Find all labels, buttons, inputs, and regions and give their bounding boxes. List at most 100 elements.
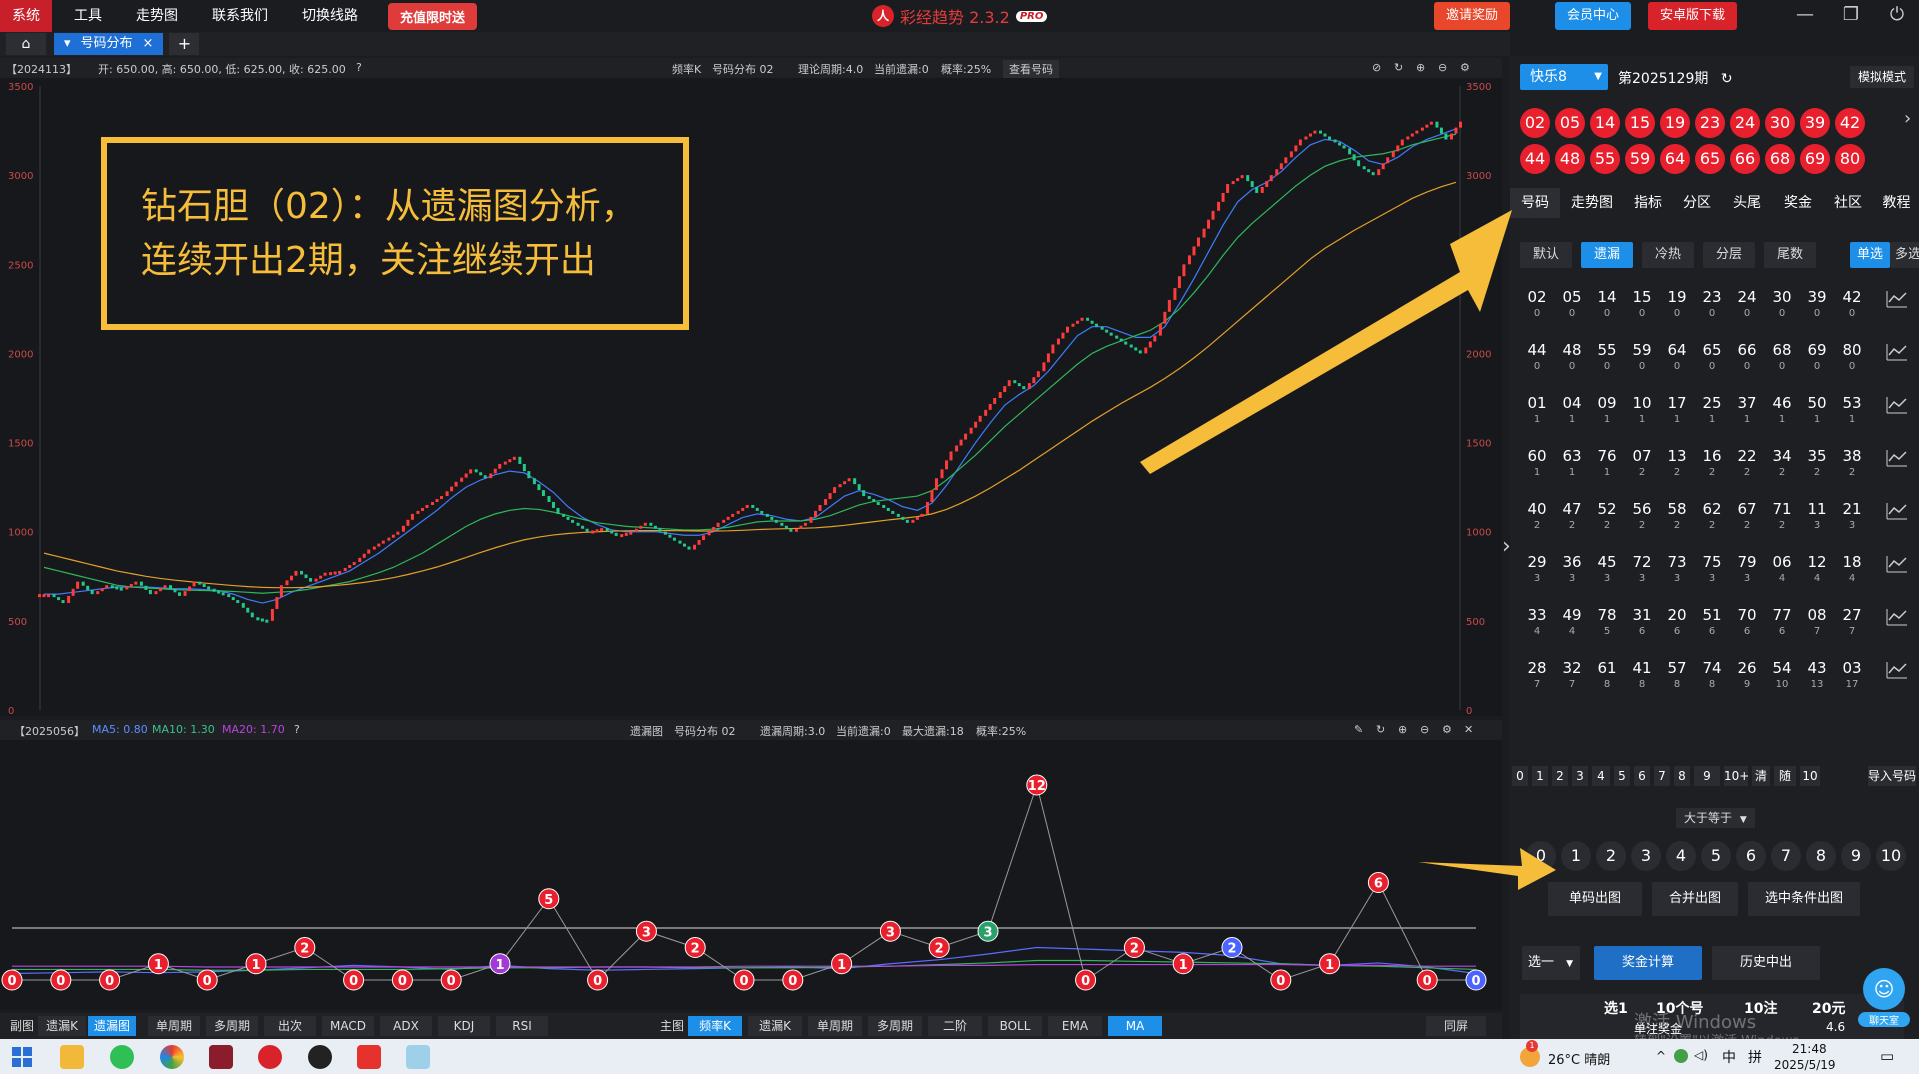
number-cell[interactable]: 27 7 xyxy=(1835,606,1869,637)
number-cell[interactable]: 36 3 xyxy=(1555,553,1589,584)
quick-pick-4[interactable]: 4 xyxy=(1592,766,1610,786)
sub-indicator-6[interactable]: ADX xyxy=(380,1016,432,1036)
number-cell[interactable]: 30 0 xyxy=(1765,288,1799,319)
number-cell[interactable]: 04 1 xyxy=(1555,394,1589,425)
threshold-number[interactable]: 1 xyxy=(1561,841,1591,871)
menu-tools[interactable]: 工具 xyxy=(62,0,114,32)
quick-pick-7[interactable]: 7 xyxy=(1654,766,1670,786)
add-tab-button[interactable]: + xyxy=(169,33,200,55)
number-cell[interactable]: 26 9 xyxy=(1730,659,1764,690)
number-cell[interactable]: 60 1 xyxy=(1520,447,1554,478)
number-cell[interactable]: 23 0 xyxy=(1695,288,1729,319)
threshold-number[interactable]: 0 xyxy=(1526,841,1556,871)
number-cell[interactable]: 09 1 xyxy=(1590,394,1624,425)
chart-tool-3[interactable]: ⊖ xyxy=(1438,61,1447,74)
number-cell[interactable]: 05 0 xyxy=(1555,288,1589,319)
number-cell[interactable]: 51 6 xyxy=(1695,606,1729,637)
quick-pick-1[interactable]: 1 xyxy=(1532,766,1548,786)
bonus-calc-button[interactable]: 奖金计算 xyxy=(1594,946,1702,980)
number-cell[interactable]: 33 4 xyxy=(1520,606,1554,637)
import-numbers-button[interactable]: 导入号码 xyxy=(1868,766,1916,786)
number-cell[interactable]: 17 1 xyxy=(1660,394,1694,425)
quick-pick-5[interactable]: 5 xyxy=(1614,766,1630,786)
sub-tool-5[interactable]: ✕ xyxy=(1464,723,1473,736)
number-cell[interactable]: 13 2 xyxy=(1660,447,1694,478)
number-cell[interactable]: 39 0 xyxy=(1800,288,1834,319)
number-cell[interactable]: 70 6 xyxy=(1730,606,1764,637)
number-cell[interactable]: 06 4 xyxy=(1765,553,1799,584)
number-cell[interactable]: 14 0 xyxy=(1590,288,1624,319)
number-cell[interactable]: 29 3 xyxy=(1520,553,1554,584)
number-cell[interactable]: 80 0 xyxy=(1835,341,1869,372)
multi-select-button[interactable]: 多选 xyxy=(1890,242,1919,268)
panel-tab-2[interactable]: 指标 xyxy=(1624,188,1672,218)
view-numbers-button[interactable]: 查看号码 xyxy=(1003,60,1059,78)
number-cell[interactable]: 10 1 xyxy=(1625,394,1659,425)
ime-mode[interactable]: 中 xyxy=(1722,1047,1736,1067)
expand-draw-icon[interactable]: › xyxy=(1904,108,1911,129)
row-trend-icon[interactable] xyxy=(1886,661,1908,679)
number-cell[interactable]: 57 8 xyxy=(1660,659,1694,690)
quick-pick-12[interactable]: 随 xyxy=(1774,766,1796,786)
number-cell[interactable]: 16 2 xyxy=(1695,447,1729,478)
menu-contact[interactable]: 联系我们 xyxy=(200,0,280,32)
sort-tab-0[interactable]: 默认 xyxy=(1520,242,1572,268)
browser-icon[interactable] xyxy=(160,1045,184,1069)
number-cell[interactable]: 77 6 xyxy=(1765,606,1799,637)
number-cell[interactable]: 31 6 xyxy=(1625,606,1659,637)
notes-app-icon[interactable] xyxy=(406,1045,430,1069)
simulation-mode-button[interactable]: 模拟模式 xyxy=(1850,66,1915,88)
tab-close-icon[interactable]: × xyxy=(143,33,154,55)
number-cell[interactable]: 48 0 xyxy=(1555,341,1589,372)
number-cell[interactable]: 43 13 xyxy=(1800,659,1834,690)
number-cell[interactable]: 78 5 xyxy=(1590,606,1624,637)
main-indicator-2[interactable]: 单周期 xyxy=(808,1016,862,1036)
number-cell[interactable]: 68 0 xyxy=(1765,341,1799,372)
number-cell[interactable]: 50 1 xyxy=(1800,394,1834,425)
number-cell[interactable]: 11 3 xyxy=(1800,500,1834,531)
chart-tool-0[interactable]: ⊘ xyxy=(1372,61,1381,74)
number-cell[interactable]: 32 7 xyxy=(1555,659,1589,690)
number-cell[interactable]: 40 2 xyxy=(1520,500,1554,531)
number-cell[interactable]: 54 10 xyxy=(1765,659,1799,690)
sub-tool-1[interactable]: ↻ xyxy=(1376,723,1385,736)
number-cell[interactable]: 03 17 xyxy=(1835,659,1869,690)
quick-pick-3[interactable]: 3 xyxy=(1572,766,1588,786)
qq-icon[interactable] xyxy=(308,1045,332,1069)
threshold-number[interactable]: 4 xyxy=(1666,841,1696,871)
threshold-number[interactable]: 3 xyxy=(1631,841,1661,871)
panel-tab-1[interactable]: 走势图 xyxy=(1562,188,1622,218)
quick-pick-10[interactable]: 10+ xyxy=(1724,766,1749,786)
main-indicator-4[interactable]: 二阶 xyxy=(928,1016,982,1036)
number-cell[interactable]: 52 2 xyxy=(1590,500,1624,531)
member-center-button[interactable]: 会员中心 xyxy=(1555,2,1632,30)
main-indicator-5[interactable]: BOLL xyxy=(988,1016,1042,1036)
speaker-icon[interactable]: ◁) xyxy=(1694,1048,1708,1062)
lottery-select[interactable]: 快乐8 ▼ xyxy=(1520,64,1608,90)
single-select-button[interactable]: 单选 xyxy=(1850,242,1890,268)
tab-number-distribution[interactable]: ▾ 号码分布 × xyxy=(54,33,164,55)
quick-pick-0[interactable]: 0 xyxy=(1512,766,1528,786)
main-indicator-3[interactable]: 多周期 xyxy=(868,1016,922,1036)
row-trend-icon[interactable] xyxy=(1886,396,1908,414)
help-icon[interactable]: ? xyxy=(356,61,362,74)
number-cell[interactable]: 15 0 xyxy=(1625,288,1659,319)
panel-tab-4[interactable]: 头尾 xyxy=(1722,188,1772,218)
menu-system[interactable]: 系统 xyxy=(0,0,52,32)
number-cell[interactable]: 63 1 xyxy=(1555,447,1589,478)
number-cell[interactable]: 76 1 xyxy=(1590,447,1624,478)
chat-room-button[interactable]: ☺ 聊天室 xyxy=(1858,968,1910,1030)
select-count-dropdown[interactable]: 选一 ▼ xyxy=(1522,946,1580,980)
sub-tool-3[interactable]: ⊖ xyxy=(1420,723,1429,736)
number-cell[interactable]: 67 2 xyxy=(1730,500,1764,531)
number-cell[interactable]: 75 3 xyxy=(1695,553,1729,584)
number-cell[interactable]: 62 2 xyxy=(1695,500,1729,531)
chart-tool-2[interactable]: ⊕ xyxy=(1416,61,1425,74)
sub-indicator-5[interactable]: MACD xyxy=(322,1016,374,1036)
number-cell[interactable]: 22 2 xyxy=(1730,447,1764,478)
number-cell[interactable]: 44 0 xyxy=(1520,341,1554,372)
number-cell[interactable]: 49 4 xyxy=(1555,606,1589,637)
number-cell[interactable]: 07 2 xyxy=(1625,447,1659,478)
number-cell[interactable]: 18 4 xyxy=(1835,553,1869,584)
number-cell[interactable]: 19 0 xyxy=(1660,288,1694,319)
